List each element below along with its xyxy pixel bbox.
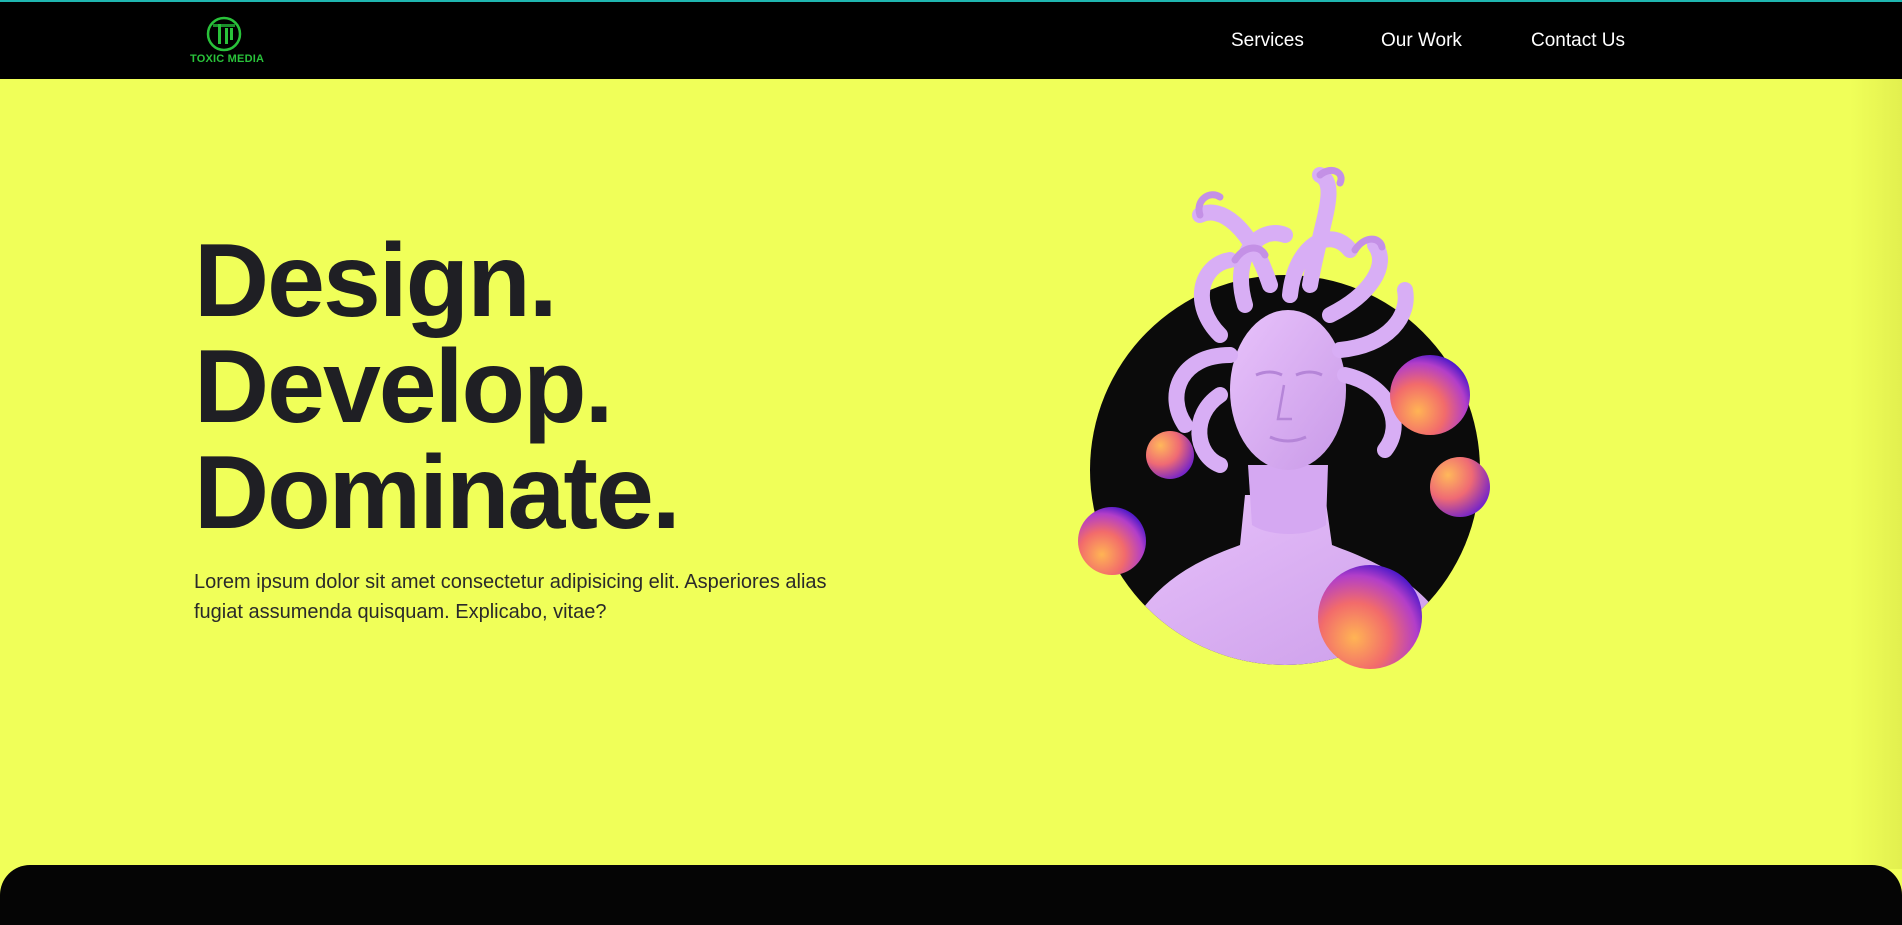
tm-monogram-icon: [206, 16, 242, 52]
hero-description: Lorem ipsum dolor sit amet consectetur a…: [194, 571, 827, 623]
nav-link-services[interactable]: Services: [1231, 30, 1304, 52]
nav-link-our-work[interactable]: Our Work: [1381, 30, 1462, 52]
hero-heading-line: Develop.: [194, 329, 613, 445]
nav-link-contact-us[interactable]: Contact Us: [1531, 30, 1625, 52]
hero-heading: Design. Develop. Dominate.: [194, 223, 681, 551]
navbar: TOXIC MEDIA Services Our Work Contact Us: [0, 2, 1902, 79]
next-section-panel: [0, 865, 1902, 925]
hero-illustration: [1070, 165, 1510, 685]
hero-heading-line: Design.: [194, 223, 558, 339]
hero-heading-line: Dominate.: [194, 435, 681, 551]
medusa-bust-icon: [1078, 167, 1490, 669]
brand-logo[interactable]: TOXIC MEDIA: [190, 15, 266, 69]
brand-name: TOXIC MEDIA: [190, 53, 265, 65]
edge-shadow: [1850, 79, 1902, 869]
